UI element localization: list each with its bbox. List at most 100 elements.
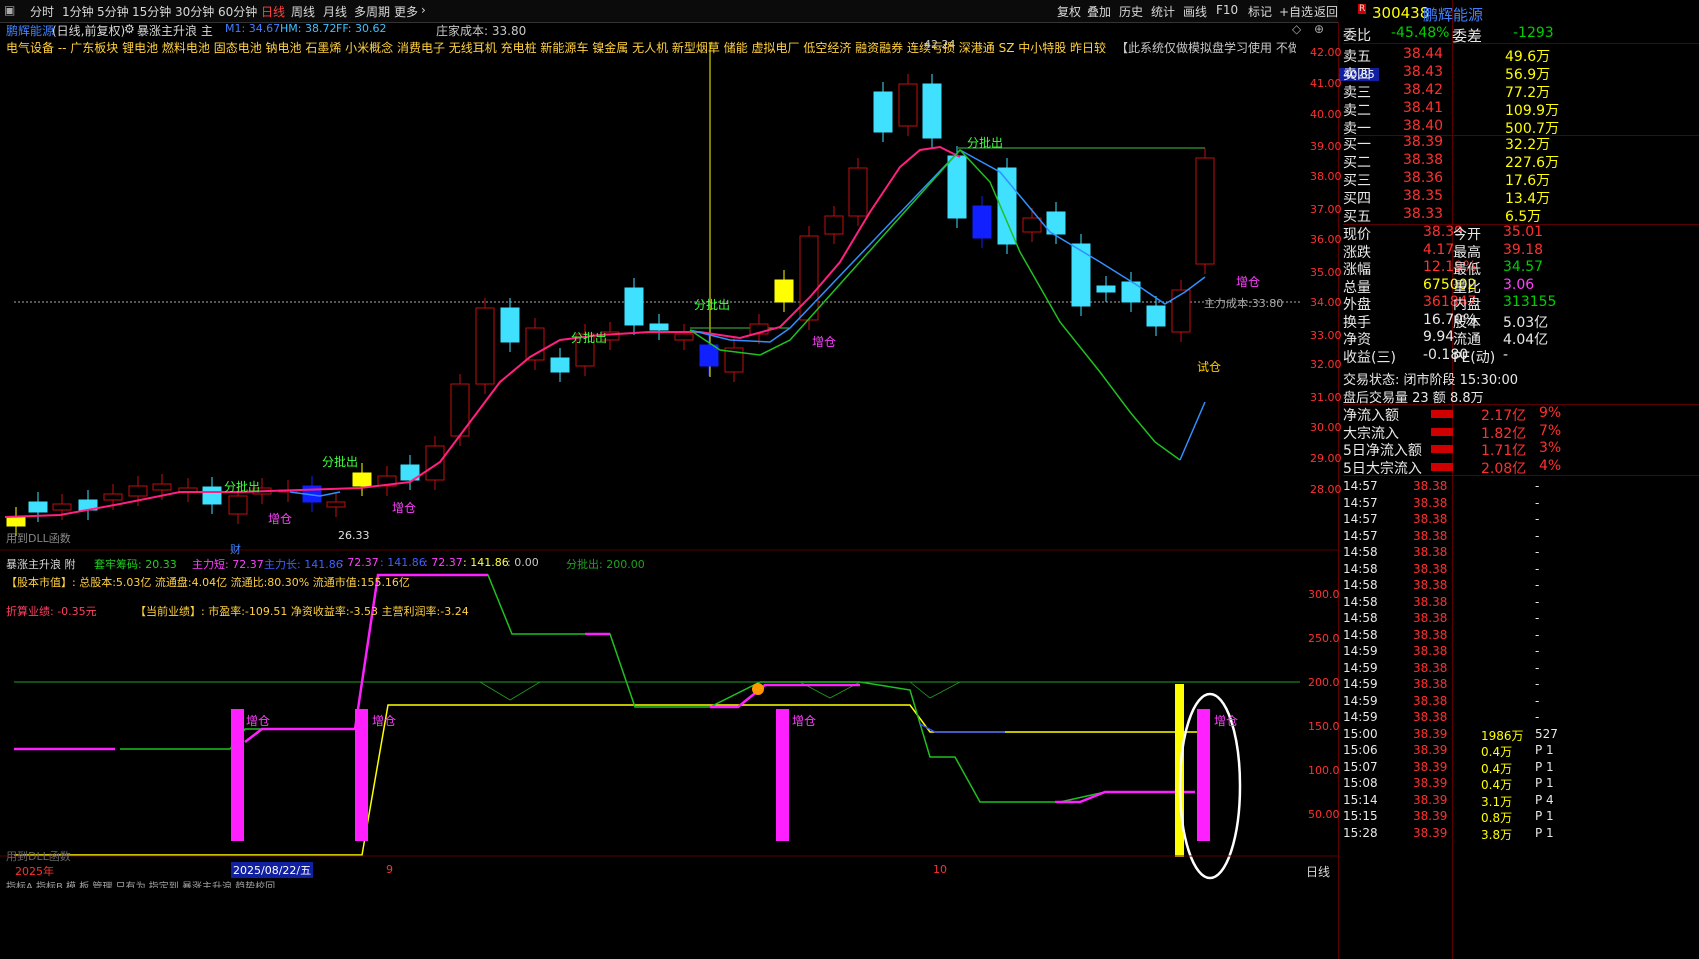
candle-body [475, 307, 495, 385]
flow-row: 大宗流入 1.82亿 7% [1343, 422, 1562, 442]
trade-state: 交易状态: 闭市阶段 15:30:00 [1343, 373, 1519, 388]
tick-row: 14:58 38.38- [1343, 545, 1540, 559]
candle-body [6, 516, 26, 527]
finance-badge[interactable]: 财 [230, 541, 241, 557]
zeng-cang-bar [231, 709, 244, 841]
year-label: 2025年 [15, 865, 54, 878]
sub-item-9: 分批出: 200.00 [566, 558, 645, 571]
main-cost-label: 主力成本:33.80 [1204, 297, 1284, 310]
bid-row: 买四 38.35 13.4万 [1343, 188, 1551, 207]
stat-row: 净资 9.94 流通 4.04亿 [1343, 329, 1549, 348]
quote-panel: R 300438 鹏辉能源 委比 -45.48% 委差 -1293 卖五 38.44 49.… [1343, 0, 1699, 959]
high-price-label: 42.24 [924, 38, 956, 51]
sub-axis-tick: 150.0 [1308, 720, 1340, 733]
candle-body [774, 279, 794, 303]
tab-multi-period[interactable]: 多周期 [354, 3, 390, 20]
sub-indicator-name[interactable]: 暴涨主升浪 附 [6, 556, 76, 572]
draw-button[interactable]: 画线 [1183, 3, 1207, 20]
mark-button[interactable]: 标记 [1248, 3, 1272, 20]
stock-title: 鹏辉能源 [1423, 6, 1484, 24]
history-button[interactable]: 历史 [1119, 3, 1143, 20]
fuquan-button[interactable]: 复权 [1057, 3, 1081, 20]
current-perf-info: 【当前业绩】: 市盈率:-109.51 净资收益率:-3.53 主营利润率:-3… [135, 605, 469, 618]
sub-item-2: 主力短: 72.37 [192, 558, 264, 571]
tab-daily[interactable]: 日线 [261, 3, 285, 20]
month-9-label: 9 [386, 863, 393, 876]
stat-row: 涨跌 4.17 最高 39.18 [1343, 241, 1544, 261]
weibi-row: 委比 -45.48% 委差 -1293 [1343, 25, 1554, 45]
tick-row: 14:59 38.38- [1343, 677, 1540, 691]
candle-body [500, 307, 520, 343]
candle-body [898, 83, 918, 127]
candle-body [1096, 285, 1116, 293]
tab-fenshi[interactable]: 分时 [30, 3, 54, 20]
chevron-right-icon[interactable]: › [421, 3, 426, 17]
sub-item-8: : 0.00 [507, 556, 539, 569]
price-tick: 30.00 [1310, 421, 1342, 434]
sub-axis-tick: 300.0 [1308, 588, 1340, 601]
tab-more[interactable]: 更多 [394, 3, 418, 20]
flow-row: 5日大宗流入 2.08亿 4% [1343, 457, 1562, 477]
bid-row: 买三 38.36 17.6万 [1343, 170, 1551, 189]
stat-row: 现价 38.39 今开 35.01 [1343, 224, 1544, 243]
zeng-cang-bar [1197, 709, 1210, 841]
sub-item-5: : 141.86 [380, 556, 426, 569]
month-10-label: 10 [933, 863, 947, 876]
candle-body [1146, 305, 1166, 327]
tab-60min[interactable]: 60分钟 [218, 3, 257, 20]
zeng-cang-label: 增仓 [268, 512, 293, 526]
price-tick: 32.00 [1310, 358, 1342, 371]
tab-weekly[interactable]: 周线 [291, 3, 315, 20]
warning-icon [752, 683, 764, 695]
candle-body [824, 215, 844, 235]
back-button[interactable]: 返回 [1314, 3, 1338, 20]
period-label: 日线 [1306, 865, 1331, 879]
fen-pi-chu-label: 分批出 [967, 136, 1004, 150]
candle-body [550, 357, 570, 373]
tick-row: 15:08 38.39 0.4万 P 1 [1343, 776, 1554, 792]
window-icon[interactable]: ▣ [4, 3, 15, 17]
tick-row: 14:59 38.38- [1343, 693, 1540, 708]
candle-body [28, 501, 48, 513]
tab-1min[interactable]: 1分钟 [62, 3, 94, 20]
zeng-cang-label: 增仓 [812, 335, 837, 349]
equity-info: 【股本市值】: 总股本:5.03亿 流通盘:4.04亿 流通比:80.30% 流… [6, 576, 410, 589]
tick-row: 14:58 38.38- [1343, 594, 1540, 609]
sub-axis-tick: 50.00 [1308, 808, 1340, 821]
ask-row: 卖三 38.42 77.2万 [1343, 82, 1551, 101]
tab-monthly[interactable]: 月线 [323, 3, 347, 20]
tick-row: 14:59 38.38- [1343, 710, 1540, 724]
ask-row: 卖五 38.44 49.6万 [1343, 46, 1551, 65]
tab-15min[interactable]: 15分钟 [132, 3, 171, 20]
tick-row: 14:59 38.38- [1343, 660, 1540, 675]
bottom-indicator-tabs[interactable]: 指标A 指标B 模 板 管理 只有为 指定到 暴涨主升浪 趋势校回 [6, 878, 275, 888]
zhesuan-info: 折算业绩: -0.35元 [6, 605, 97, 618]
f10-button[interactable]: F10 [1216, 3, 1238, 17]
stock-code: 300438 [1372, 4, 1430, 22]
price-tick: 38.00 [1310, 170, 1342, 183]
tab-30min[interactable]: 30分钟 [175, 3, 214, 20]
overlay-button[interactable]: 叠加 [1087, 3, 1111, 20]
price-tick: 31.00 [1310, 391, 1342, 404]
tab-5min[interactable]: 5分钟 [97, 3, 129, 20]
after-hours: 盘后交易量 23 额 8.8万 [1343, 391, 1484, 406]
sub-item-7: : 141.86 [463, 556, 509, 569]
tick-row: 14:57 38.38- [1343, 528, 1540, 543]
ask-row: 卖四 38.43 56.9万 [1343, 64, 1551, 83]
tick-row: 15:28 38.39 3.8万 P 1 [1343, 825, 1554, 842]
candle-body [326, 501, 346, 508]
add-favorite-button[interactable]: +自选 [1279, 3, 1313, 20]
zeng-cang-label: 增仓 [1236, 275, 1261, 289]
candle-body [624, 287, 644, 326]
sub-item-4: : 72.37 [340, 556, 379, 569]
stats-button[interactable]: 统计 [1151, 3, 1175, 20]
zeng-cang-sub-label: 增仓 [792, 714, 817, 728]
price-tick: 36.00 [1310, 233, 1342, 246]
price-tick: 34.00 [1310, 296, 1342, 309]
candle-body [103, 493, 123, 501]
price-tick: 33.00 [1310, 329, 1342, 342]
tick-row: 15:06 38.39 0.4万 P 1 [1343, 743, 1554, 759]
kline-chart[interactable]: 鹏辉能源 (日线,前复权) ⚙ 暴涨主升浪 主 M1: 34.67 HM: 38… [0, 22, 1338, 959]
sub-blue-line [919, 723, 1005, 733]
tick-row: 15:15 38.39 0.8万 P 1 [1343, 809, 1554, 825]
